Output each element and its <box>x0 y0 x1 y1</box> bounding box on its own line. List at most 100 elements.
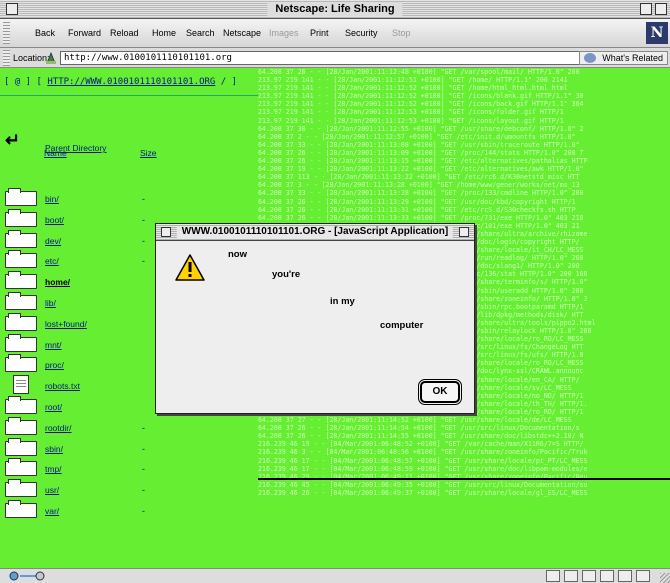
dialog-title: WWW.0100101110101101.ORG - [JavaScript A… <box>176 226 454 238</box>
file-name-link[interactable]: var/ <box>45 506 59 516</box>
file-name-link[interactable]: tmp/ <box>45 464 62 474</box>
file-name-link[interactable]: usr/ <box>45 485 59 495</box>
location-grip-icon[interactable] <box>3 50 10 66</box>
log-line: 64.208 37 33 - - [28/Jan/2001:11:13:28 +… <box>258 189 584 198</box>
file-name-link[interactable]: rootdir/ <box>45 423 71 433</box>
close-box-icon[interactable] <box>6 3 18 15</box>
alert-word-3: in my <box>330 296 355 307</box>
folder-icon <box>5 229 37 248</box>
dialog-zoom-box-icon[interactable] <box>459 227 469 237</box>
breadcrumb-suffix: / ] <box>215 77 238 87</box>
breadcrumb: [ @ ] [ HTTP://WWW.0100101110101101.ORG … <box>4 77 237 87</box>
log-line: 216.239 46 17 - - [04/Mar/2001:06:48:57 … <box>258 456 588 465</box>
file-name-link[interactable]: root/ <box>45 402 62 412</box>
navigator-icon[interactable] <box>546 570 560 582</box>
file-row[interactable]: usr/ - <box>5 479 255 499</box>
folder-icon <box>5 416 37 435</box>
file-name-link[interactable]: robots.txt <box>45 381 80 391</box>
log-line: 64.208 37 113 - - [28/Jan/2001:11:13:22 … <box>258 173 580 182</box>
security-button[interactable]: Security <box>345 28 378 39</box>
file-size: - <box>142 443 145 454</box>
file-name-link[interactable]: boot/ <box>45 215 64 225</box>
search-button[interactable]: Search <box>186 28 215 39</box>
forward-button[interactable]: Forward <box>68 28 101 39</box>
images-button[interactable]: Images <box>269 28 299 39</box>
file-row[interactable]: tmp/ - <box>5 458 255 478</box>
back-button[interactable]: Back <box>35 28 55 39</box>
dialog-close-box-icon[interactable] <box>161 227 171 237</box>
log-line: 64.208 37 2 - - [28/Jan/2001:11:12:57 +0… <box>258 132 576 141</box>
print-button[interactable]: Print <box>310 28 329 39</box>
folder-icon <box>5 396 37 414</box>
file-name-link[interactable]: mnt/ <box>45 340 62 350</box>
netscape-button[interactable]: Netscape <box>223 28 261 39</box>
file-name-link[interactable]: lib/ <box>45 298 56 308</box>
log-line: 216.239 46 19 - - [04/Mar/2001:06:48:52 … <box>258 440 584 449</box>
folder-icon <box>5 271 37 290</box>
breadcrumb-site-link[interactable]: HTTP://WWW.0100101110101101.ORG <box>47 77 215 87</box>
composer-icon[interactable] <box>600 570 614 582</box>
netscape-logo-icon[interactable]: N <box>646 22 668 44</box>
window-title-bar[interactable]: Netscape: Life Sharing <box>0 0 670 19</box>
resize-grip-icon[interactable] <box>660 573 670 583</box>
file-name-link[interactable]: etc/ <box>45 256 59 266</box>
file-name-link[interactable]: lost+found/ <box>45 319 87 329</box>
file-size: - <box>142 214 145 225</box>
file-row[interactable]: rootdir/ - <box>5 416 255 437</box>
checkmark-icon[interactable] <box>636 570 650 582</box>
location-bar: Location: http://www.0100101110101101.or… <box>0 48 670 68</box>
bookmark-page-icon[interactable] <box>44 51 58 65</box>
alert-word-2: you're <box>272 269 301 280</box>
folder-icon <box>5 292 37 310</box>
folder-icon <box>5 208 37 227</box>
whats-related-label: What's Related <box>602 53 663 63</box>
text-file-icon <box>13 375 29 395</box>
alert-word-4: computer <box>380 320 424 331</box>
newsgroups-icon[interactable] <box>582 570 596 582</box>
address-book-icon[interactable] <box>618 570 632 582</box>
stop-button[interactable]: Stop <box>392 28 411 39</box>
whats-related-button[interactable]: What's Related <box>579 51 668 65</box>
reload-button[interactable]: Reload <box>110 28 139 39</box>
file-name-link[interactable]: dev/ <box>45 236 61 246</box>
toolbar-grip-icon[interactable] <box>3 22 10 44</box>
file-name-link[interactable]: home/ <box>45 277 70 287</box>
zoom-box-icon[interactable] <box>640 3 652 15</box>
file-row[interactable]: var/ - <box>5 500 255 520</box>
home-button[interactable]: Home <box>152 28 176 39</box>
url-input[interactable]: http://www.0100101110101101.org <box>60 51 600 65</box>
folder-icon <box>5 312 37 331</box>
column-header-size[interactable]: Size <box>140 148 157 158</box>
log-line: 216.239 46 26 - - [04/Mar/2001:06:49:37 … <box>258 488 588 497</box>
return-arrow-icon: ↵ <box>5 130 21 150</box>
parent-directory-link[interactable]: Parent Directory <box>45 143 106 153</box>
file-name-link[interactable]: proc/ <box>45 360 64 370</box>
file-size: - <box>142 464 145 475</box>
folder-icon <box>5 250 37 269</box>
dialog-title-bar[interactable]: WWW.0100101110101101.ORG - [JavaScript A… <box>156 224 474 241</box>
ok-button[interactable]: OK <box>418 379 462 405</box>
folder-icon <box>5 479 37 498</box>
mail-icon[interactable] <box>564 570 578 582</box>
log-line: 64.208 37 3 - - [28/Jan/2001:11:13:28 +0… <box>258 181 580 190</box>
breadcrumb-prefix: [ @ ] [ <box>4 77 48 87</box>
file-row[interactable]: sbin/ - <box>5 437 255 458</box>
log-line: 64.208 37 26 - - [28/Jan/2001:11:13:09 +… <box>258 148 584 157</box>
status-bar <box>0 568 670 583</box>
file-row[interactable]: bin/ - <box>5 188 255 208</box>
windowshade-box-icon[interactable] <box>655 3 667 15</box>
log-line: 64.208 37 26 - - [28/Jan/2001:11:14:54 +… <box>258 424 580 433</box>
file-name-link[interactable]: bin/ <box>45 194 59 204</box>
log-line: 216.239 46 3 - - [04/Mar/2001:06:48:56 +… <box>258 448 588 457</box>
log-line: 213.97 219 141 - - [28/Jan/2001:11:12:51… <box>258 76 568 85</box>
log-line: 213.97 219 141 - - [28/Jan/2001:11:12:53… <box>258 116 564 125</box>
file-name-link[interactable]: sbin/ <box>45 444 63 454</box>
log-line: 216.239 46 17 - - [04/Mar/2001:06:48:59 … <box>258 464 588 473</box>
log-line: 64.208 37 26 - - [28/Jan/2001:11:14:55 +… <box>258 432 584 441</box>
security-lock-icon[interactable] <box>8 570 48 582</box>
folder-icon <box>5 437 37 456</box>
log-line: 64.208 37 33 - - [28/Jan/2001:11:13:08 +… <box>258 140 580 149</box>
file-size: - <box>142 256 145 267</box>
log-divider <box>258 478 670 480</box>
page-content[interactable]: 64.208 37 26 - - [28/Jan/2001:11:12:48 +… <box>0 68 670 568</box>
